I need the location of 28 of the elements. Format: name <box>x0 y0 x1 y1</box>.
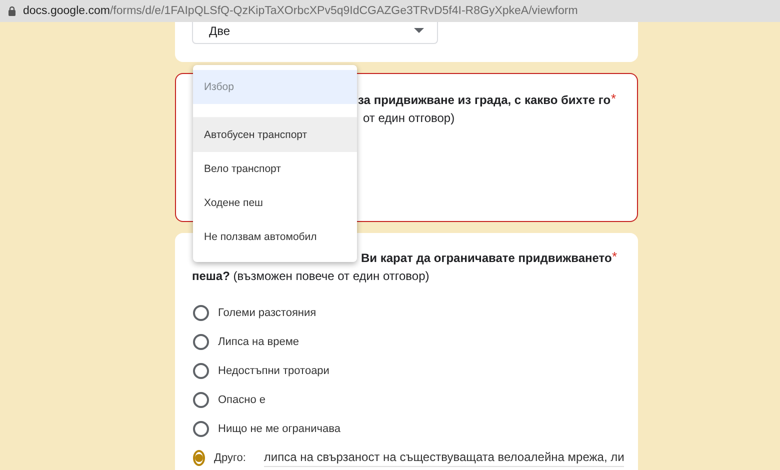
radio-button[interactable] <box>193 305 209 321</box>
required-mark: * <box>610 91 616 106</box>
address-bar[interactable]: docs.google.com/forms/d/e/1FAIpQLSfQ-QzKipTaXOrbcXPv5q9IdCGAZGe3TRvD5f4I-R8GyXpkeA/viewform <box>0 0 780 22</box>
menu-item[interactable]: Ходене пеш <box>193 186 357 220</box>
radio-button[interactable] <box>193 450 205 466</box>
url-text: docs.google.com/forms/d/e/1FAIpQLSfQ-QzKipTaXOrbcXPv5q9IdCGAZGe3TRvD5f4I-R8GyXpkeA/viewform <box>23 5 578 17</box>
radio-button[interactable] <box>193 392 209 408</box>
option-label: Друго: <box>214 452 246 464</box>
radio-button[interactable] <box>193 334 209 350</box>
question-text: за придвижване из града, с какво бихте го <box>358 92 611 109</box>
option-label: Недостъпни тротоари <box>218 365 330 377</box>
other-input-field[interactable]: липса на свързаност на съществуващата велоалейна мрежа, ли <box>264 450 624 466</box>
option-label: Липса на време <box>218 336 300 348</box>
required-mark: * <box>612 249 617 264</box>
radio-button[interactable] <box>193 363 209 379</box>
question-text: от един отговор) <box>363 110 456 127</box>
option-label: Нищо не ме ограничава <box>218 423 340 435</box>
option-label: Големи разстояния <box>218 307 316 319</box>
menu-item[interactable]: Вело транспорт <box>193 152 357 186</box>
menu-item[interactable]: Не ползвам автомобил <box>193 220 357 254</box>
lock-icon <box>8 6 16 16</box>
caret-icon <box>414 28 424 33</box>
dropdown-field[interactable]: Две <box>192 22 438 44</box>
radio-button[interactable] <box>193 421 209 437</box>
question-text: Ви карат да ограничавате придвижването <box>361 250 612 267</box>
option-label: Опасно е <box>218 394 266 406</box>
menu-item[interactable]: Автобусен транспорт <box>193 118 357 152</box>
question-text: пеша? (възможен повече от един отговор) <box>192 268 430 285</box>
